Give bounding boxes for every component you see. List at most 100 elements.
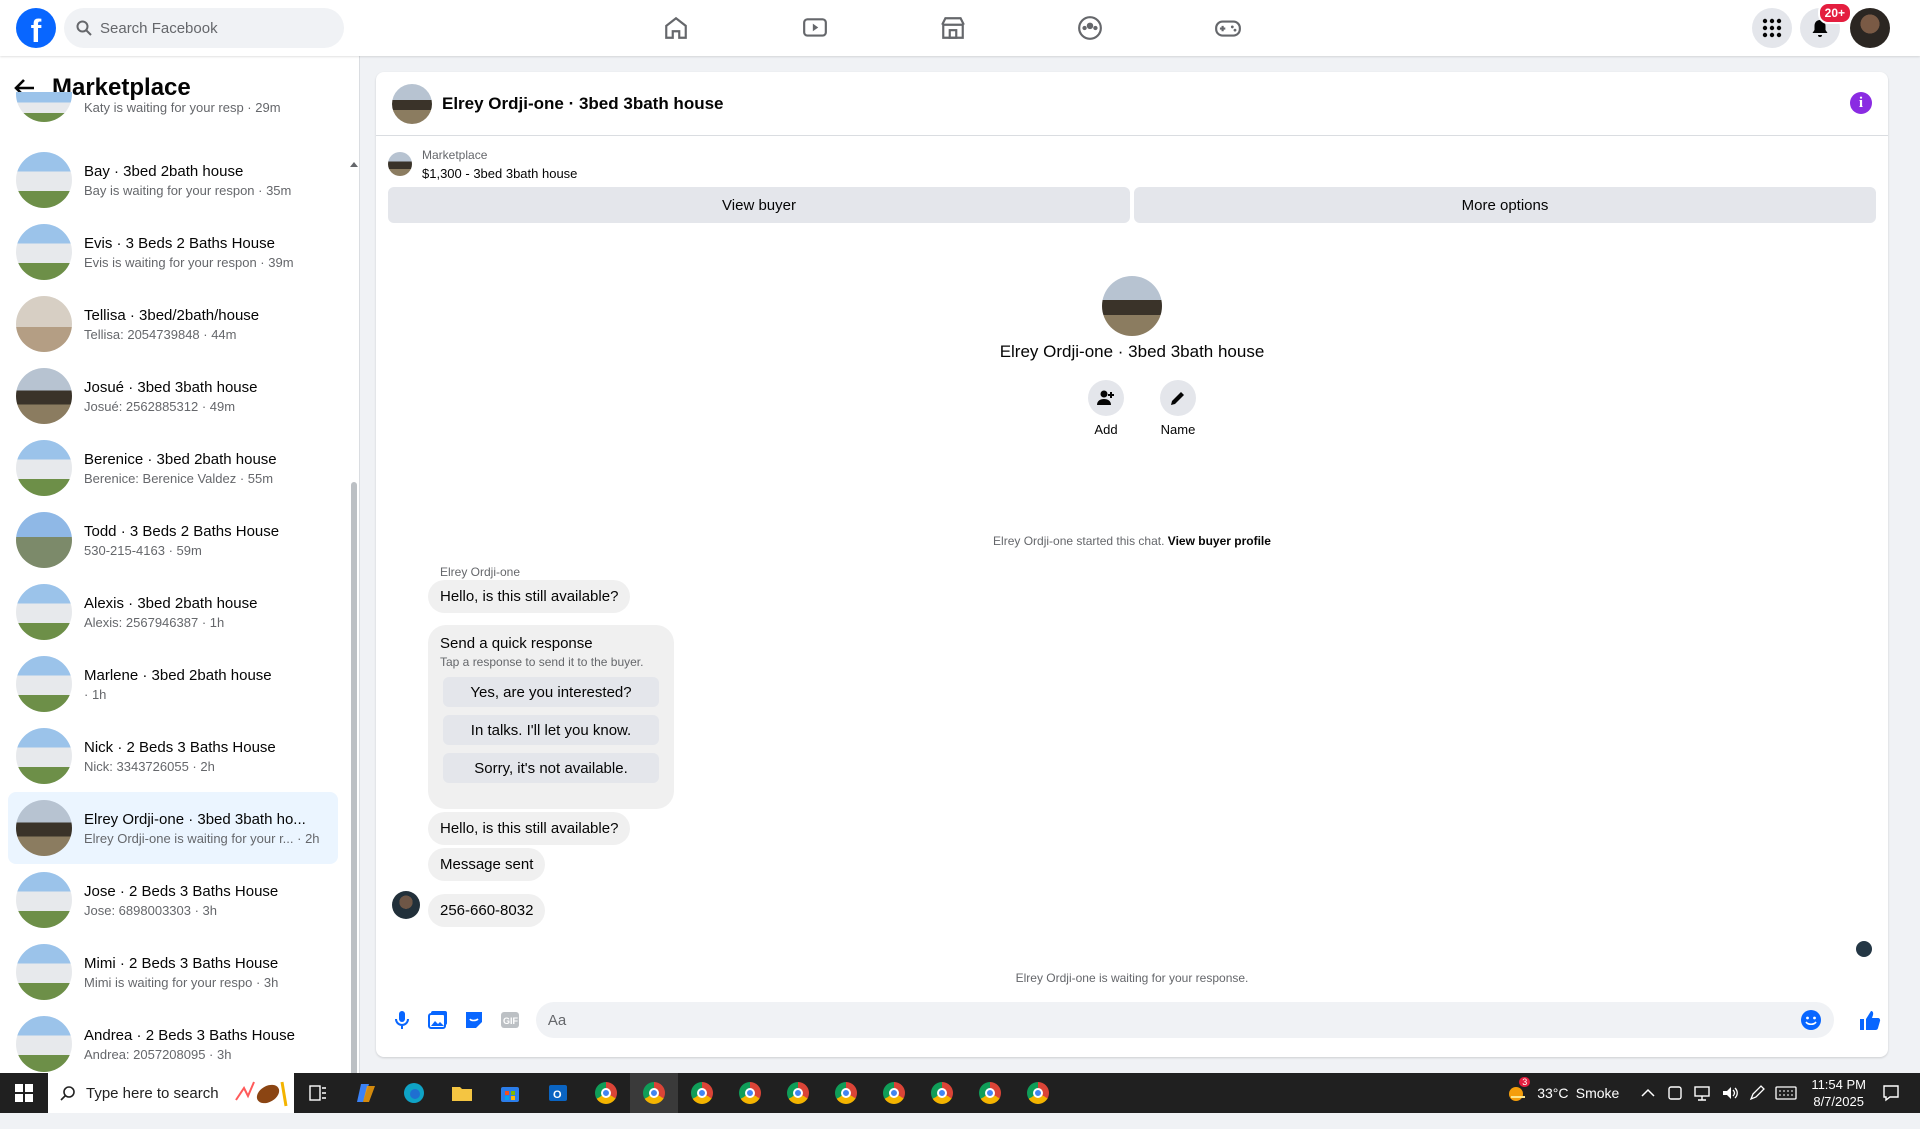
task-view-button[interactable] [294,1073,342,1113]
message-bubble[interactable]: Hello, is this still available? [428,812,631,845]
start-button[interactable] [0,1073,48,1113]
store-app[interactable] [486,1073,534,1113]
photo-button[interactable] [420,1002,456,1038]
message-input[interactable]: Aa [535,1002,1835,1038]
name-action[interactable]: Name [1148,380,1208,437]
chrome-icon [595,1082,617,1104]
sidebar-scrollbar[interactable] [349,112,359,1129]
keyboard-icon[interactable] [1775,1086,1797,1100]
conversation-preview: Mimi is waiting for your respo · 3h [84,974,279,990]
voice-clip-button[interactable] [384,1002,420,1038]
menu-button[interactable] [1752,8,1792,48]
windows-logo-icon [15,1084,33,1102]
chrome-app[interactable] [966,1073,1014,1113]
chrome-app[interactable] [822,1073,870,1113]
conversation-item[interactable]: Evis · 3 Beds 2 Baths House Evis is waiti… [8,216,338,288]
chrome-app[interactable] [726,1073,774,1113]
listing-price-title[interactable]: $1,300 - 3bed 3bath house [422,166,577,181]
security-icon[interactable] [1667,1085,1683,1101]
quick-response-not-available-button[interactable]: Sorry, it's not available. [443,753,659,783]
edge-icon [404,1083,424,1103]
conversation-item[interactable]: Marlene · 3bed 2bath house · 1h [8,648,338,720]
scrollbar-thumb[interactable] [351,482,357,1112]
chrome-app[interactable] [678,1073,726,1113]
conversation-item[interactable]: Tellisa · 3bed/2bath/house Tellisa: 20547… [8,288,338,360]
view-buyer-profile-link[interactable]: View buyer profile [1168,534,1271,548]
message-bubble[interactable]: Message sent [428,848,546,881]
conversation-item[interactable]: Andrea · 2 Beds 3 Baths House Andrea: 205… [8,1008,338,1080]
network-icon[interactable] [1693,1085,1711,1101]
taskbar-search[interactable]: Type here to search [48,1073,294,1113]
clock[interactable]: 11:54 PM 8/7/2025 [1811,1076,1866,1110]
video-nav-button[interactable] [795,8,835,48]
chrome-icon [835,1082,857,1104]
emoji-icon[interactable] [1800,1009,1822,1031]
conversation-preview: Elrey Ordji-one is waiting for your r...… [84,830,320,846]
chat-avatar[interactable] [392,83,432,124]
conversation-title: Evis · 3 Beds 2 Baths House [84,234,275,252]
chrome-app-active[interactable] [630,1073,678,1113]
conversation-item[interactable]: Josué · 3bed 3bath house Josué: 256288531… [8,360,338,432]
conversation-item[interactable]: Alexis · 3bed 2bath house Alexis: 2567946… [8,576,338,648]
listing-thumbnail [16,296,72,352]
home-nav-button[interactable] [656,8,696,48]
conversation-preview: Andrea: 2057208095 · 3h [84,1046,232,1062]
outlook-app[interactable]: O [534,1073,582,1113]
conversation-item-active[interactable]: Elrey Ordji-one · 3bed 3bath ho... Elrey … [8,792,338,864]
conversation-preview: Nick: 3343726055 · 2h [84,758,215,774]
notification-count-badge: 20+ [1817,2,1852,24]
marketplace-nav-button[interactable] [933,8,973,48]
listing-thumbnail [16,584,72,640]
like-button[interactable] [1852,1002,1888,1038]
pen-icon[interactable] [1749,1085,1766,1101]
chrome-app[interactable] [582,1073,630,1113]
search-facebook-box[interactable]: Search Facebook [64,8,344,48]
more-options-button[interactable]: More options [1134,187,1876,223]
notifications-button[interactable]: 20+ [1800,2,1852,48]
account-avatar[interactable] [1850,8,1890,48]
sticker-button[interactable] [456,1002,492,1038]
conversation-item[interactable]: Todd · 3 Beds 2 Baths House 530-215-4163 … [8,504,338,576]
search-placeholder: Search Facebook [100,19,218,37]
show-hidden-icons-chevron-icon[interactable] [1641,1088,1655,1098]
sender-avatar[interactable] [392,891,420,919]
listing-thumbnail [16,800,72,856]
quick-response-yes-button[interactable]: Yes, are you interested? [443,677,659,707]
add-action[interactable]: Add [1076,380,1136,437]
conversation-item[interactable]: Nick · 2 Beds 3 Baths House Nick: 3343726… [8,720,338,792]
search-icon [76,20,92,36]
conversation-item[interactable]: Jose · 2 Beds 3 Baths House Jose: 6898003… [8,864,338,936]
quick-response-in-talks-button[interactable]: In talks. I'll let you know. [443,715,659,745]
chat-panel: Elrey Ordji-one · 3bed 3bath house i Mar… [376,72,1888,1057]
view-buyer-button[interactable]: View buyer [388,187,1130,223]
groups-nav-button[interactable] [1070,8,1110,48]
chrome-app[interactable] [774,1073,822,1113]
chat-title[interactable]: Elrey Ordji-one · 3bed 3bath house [442,94,724,114]
copilot-app[interactable] [342,1073,390,1113]
chat-started-notice: Elrey Ordji-one started this chat. View … [376,534,1888,548]
gaming-nav-button[interactable] [1208,8,1248,48]
file-explorer-app[interactable] [438,1073,486,1113]
message-bubble[interactable]: Hello, is this still available? [428,580,631,613]
info-icon[interactable]: i [1850,92,1872,114]
weather-widget[interactable]: 3 33°C Smoke [1507,1077,1619,1103]
facebook-logo[interactable]: f [16,8,56,48]
conversation-item[interactable]: Bay · 3bed 2bath house Bay is waiting for… [8,144,338,216]
conversation-item[interactable]: Katy is waiting for your resp · 29m [16,92,346,122]
chrome-app[interactable] [918,1073,966,1113]
notification-center-icon[interactable] [1882,1084,1900,1102]
message-thread: Elrey Ordji-one · 3bed 3bath house Add N… [376,230,1888,1057]
conversation-item[interactable]: Berenice · 3bed 2bath house Berenice: Ber… [8,432,338,504]
edge-app[interactable] [390,1073,438,1113]
message-bubble[interactable]: 256-660-8032 [428,894,546,927]
gif-button[interactable]: GIF [492,1002,528,1038]
chrome-app[interactable] [1014,1073,1062,1113]
conversation-item[interactable]: Mimi · 2 Beds 3 Baths House Mimi is waiti… [8,936,338,1008]
volume-icon[interactable] [1721,1085,1739,1101]
search-icon [60,1086,75,1101]
chrome-icon [691,1082,713,1104]
scroll-up-arrow-icon[interactable] [349,160,359,170]
quick-response-subtitle: Tap a response to send it to the buyer. [440,655,644,669]
chrome-app[interactable] [870,1073,918,1113]
message-composer: GIF Aa [376,998,1888,1042]
